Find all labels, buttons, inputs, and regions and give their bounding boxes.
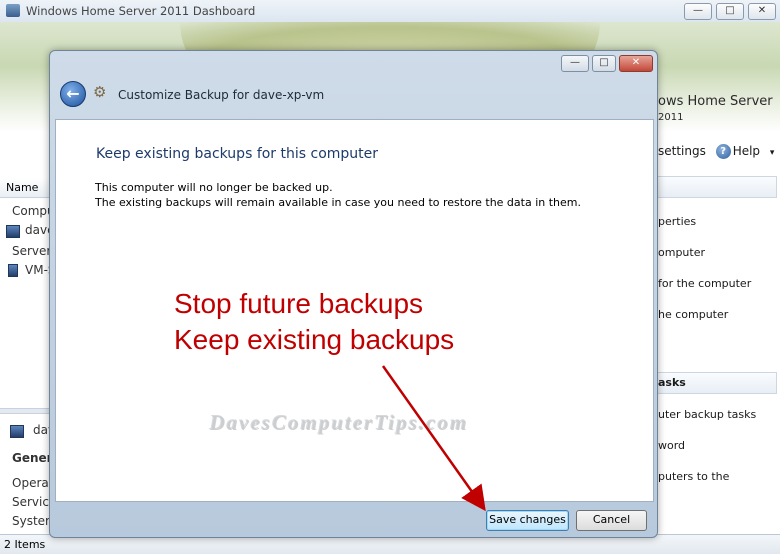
- annotation-arrow-icon: [381, 365, 486, 512]
